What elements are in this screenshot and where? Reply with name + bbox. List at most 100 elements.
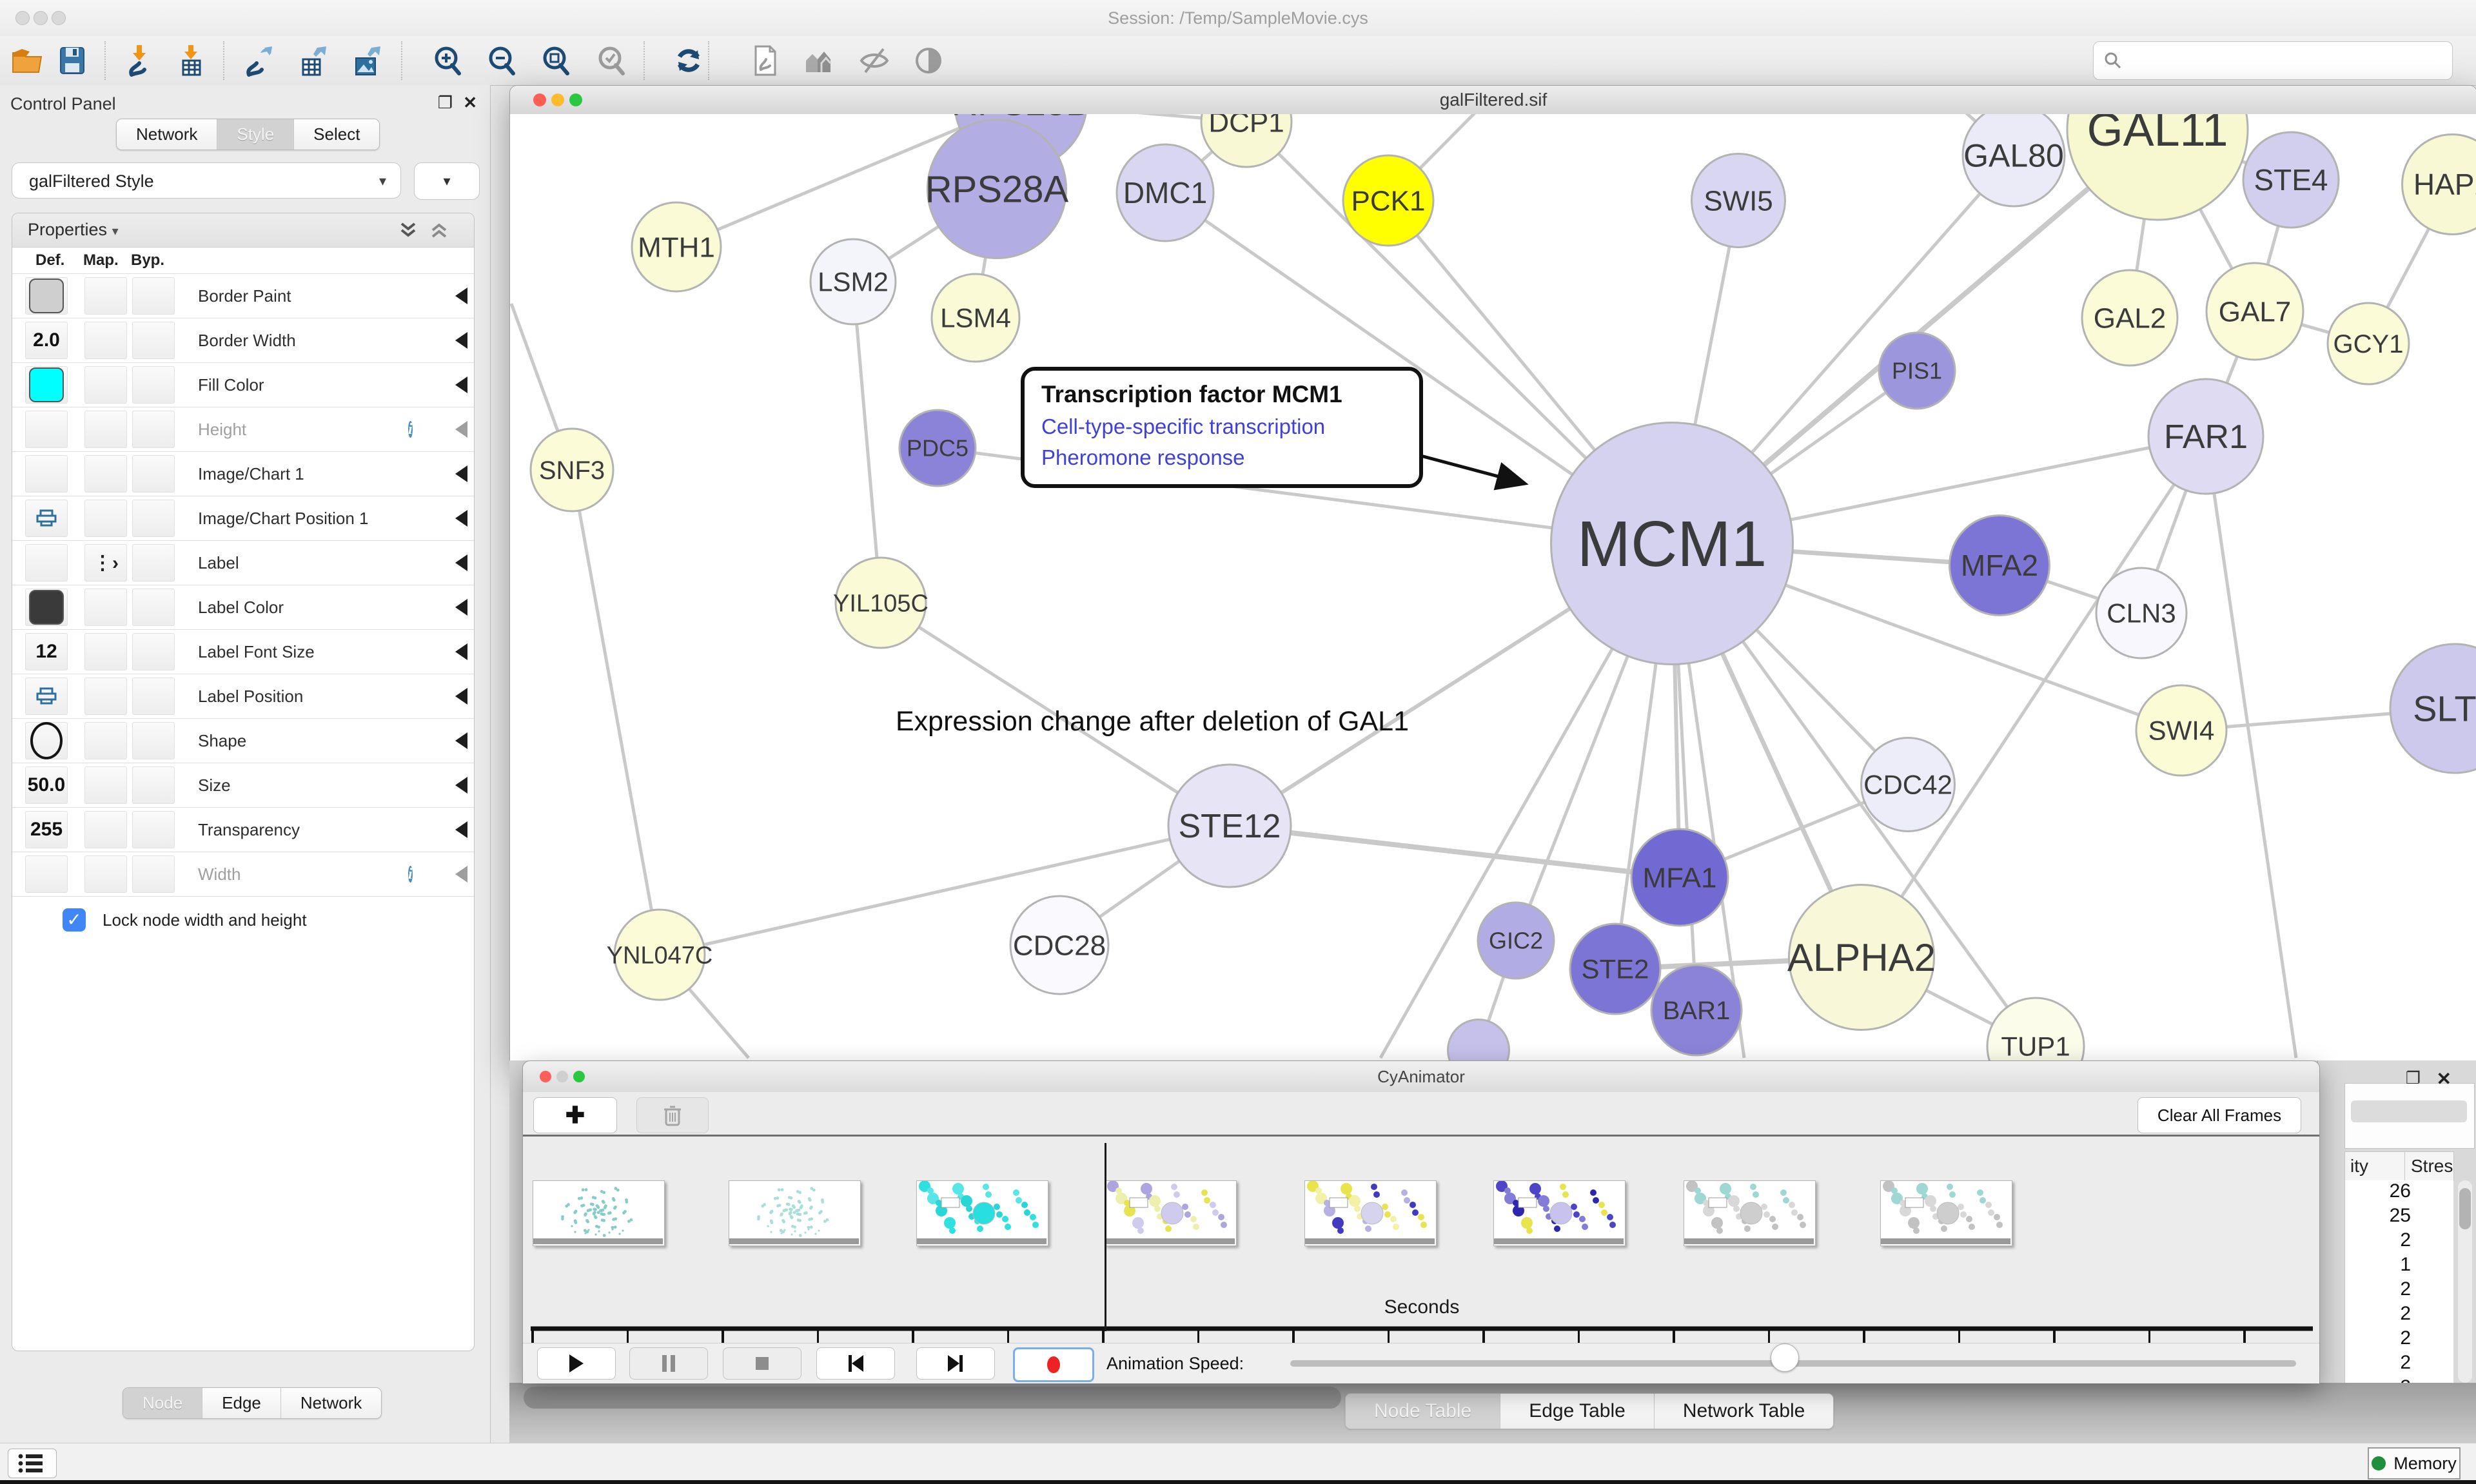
default-value-cell[interactable] bbox=[25, 411, 68, 448]
animation-speed-handle[interactable] bbox=[1771, 1343, 1799, 1372]
tab-style[interactable]: Style bbox=[217, 119, 294, 150]
app-close-icon[interactable] bbox=[15, 11, 30, 25]
bypass-cell[interactable] bbox=[132, 678, 175, 715]
zoom-in-icon[interactable] bbox=[431, 44, 464, 77]
zoom-out-icon[interactable] bbox=[485, 44, 518, 77]
export-image-icon[interactable] bbox=[349, 44, 383, 77]
property-row-border-paint[interactable]: Border Paint bbox=[12, 273, 474, 318]
expand-property-icon[interactable] bbox=[455, 643, 467, 660]
property-row-fill-color[interactable]: Fill Color bbox=[12, 362, 474, 407]
bypass-cell[interactable] bbox=[132, 500, 175, 537]
panel-list-button[interactable] bbox=[8, 1449, 57, 1478]
import-network-icon[interactable] bbox=[123, 44, 156, 77]
refresh-layout-icon[interactable] bbox=[672, 44, 705, 77]
bypass-cell[interactable] bbox=[132, 455, 175, 493]
default-value-cell[interactable] bbox=[25, 855, 68, 893]
style-select[interactable]: galFiltered Style ▾ bbox=[12, 162, 401, 199]
table-column-header[interactable]: Stres bbox=[2411, 1156, 2453, 1176]
previous-frame-button[interactable] bbox=[816, 1347, 895, 1380]
annotation-link[interactable]: Pheromone response bbox=[1041, 445, 1402, 470]
mapping-cell[interactable] bbox=[84, 811, 127, 848]
search-input[interactable] bbox=[2093, 41, 2453, 80]
float-window-icon[interactable]: ❐ bbox=[438, 94, 453, 111]
timeline-frame-3[interactable] bbox=[1105, 1180, 1237, 1246]
property-row-image-chart-position-1[interactable]: Image/Chart Position 1 bbox=[12, 496, 474, 540]
timeline-frame-6[interactable] bbox=[1684, 1180, 1816, 1246]
cyanimator-titlebar[interactable]: CyAnimator bbox=[523, 1061, 2319, 1093]
table-switch-edge[interactable]: Edge bbox=[202, 1388, 281, 1418]
expand-property-icon[interactable] bbox=[455, 821, 467, 838]
next-frame-button[interactable] bbox=[916, 1347, 995, 1380]
property-row-transparency[interactable]: 255Transparency bbox=[12, 807, 474, 852]
open-session-icon[interactable] bbox=[10, 44, 44, 77]
memory-button[interactable]: Memory bbox=[2368, 1447, 2461, 1479]
annotation-link[interactable]: Cell-type-specific transcription bbox=[1041, 415, 1402, 439]
timeline-frame-1[interactable] bbox=[729, 1180, 861, 1246]
mapping-cell[interactable] bbox=[84, 322, 127, 359]
group-annotations-icon[interactable] bbox=[802, 44, 836, 77]
property-row-image-chart-1[interactable]: Image/Chart 1 bbox=[12, 451, 474, 496]
lock-node-size-checkbox[interactable]: ✓ bbox=[63, 908, 86, 932]
expand-property-icon[interactable] bbox=[455, 732, 467, 749]
property-row-label[interactable]: ⋮›Label bbox=[12, 540, 474, 585]
mapping-cell[interactable] bbox=[84, 366, 127, 404]
property-row-border-width[interactable]: 2.0Border Width bbox=[12, 318, 474, 362]
bypass-cell[interactable] bbox=[132, 766, 175, 804]
pause-button[interactable] bbox=[629, 1347, 708, 1380]
add-frame-button[interactable]: ✚ bbox=[533, 1097, 617, 1133]
info-icon[interactable]: i bbox=[408, 866, 413, 883]
bypass-cell[interactable] bbox=[132, 544, 175, 581]
timeline-frame-5[interactable] bbox=[1493, 1180, 1626, 1246]
network-window-titlebar[interactable]: galFiltered.sif bbox=[510, 86, 2476, 115]
style-options-button[interactable]: ▾ bbox=[414, 162, 480, 200]
property-row-label-color[interactable]: Label Color bbox=[12, 585, 474, 629]
bypass-cell[interactable] bbox=[132, 589, 175, 626]
close-panel-icon[interactable]: ✕ bbox=[463, 94, 477, 111]
mapping-cell[interactable] bbox=[84, 455, 127, 493]
expand-property-icon[interactable] bbox=[455, 777, 467, 794]
minimize-window-icon[interactable] bbox=[556, 1071, 568, 1082]
default-value-cell[interactable] bbox=[25, 544, 68, 581]
expand-property-icon[interactable] bbox=[455, 376, 467, 393]
table-toolbar-button[interactable] bbox=[2351, 1100, 2467, 1122]
expand-property-icon[interactable] bbox=[455, 288, 467, 304]
default-value-cell[interactable] bbox=[25, 455, 68, 493]
float-window-icon[interactable]: ❐ bbox=[2406, 1068, 2421, 1088]
bypass-cell[interactable] bbox=[132, 322, 175, 359]
app-zoom-icon[interactable] bbox=[52, 11, 66, 25]
tab-select[interactable]: Select bbox=[294, 119, 379, 150]
mapping-cell[interactable] bbox=[84, 589, 127, 626]
zoom-window-icon[interactable] bbox=[573, 1071, 585, 1082]
property-row-size[interactable]: 50.0Size bbox=[12, 763, 474, 807]
zoom-fit-icon[interactable] bbox=[539, 44, 573, 77]
default-value-cell[interactable] bbox=[25, 678, 68, 715]
minimize-window-icon[interactable] bbox=[551, 93, 564, 106]
save-session-icon[interactable] bbox=[55, 44, 89, 77]
node-nodeb[interactable] bbox=[1448, 1020, 1509, 1061]
play-button[interactable] bbox=[537, 1347, 616, 1380]
hide-details-icon[interactable] bbox=[858, 44, 891, 77]
import-table-icon[interactable] bbox=[174, 44, 208, 77]
table-switch-network[interactable]: Network bbox=[281, 1388, 381, 1418]
timeline-frame-7[interactable] bbox=[1880, 1180, 2012, 1246]
property-row-label-font-size[interactable]: 12Label Font Size bbox=[12, 629, 474, 674]
default-value-cell[interactable] bbox=[25, 366, 68, 404]
info-icon[interactable]: i bbox=[408, 421, 413, 438]
default-value-cell[interactable] bbox=[25, 500, 68, 537]
bypass-cell[interactable] bbox=[132, 411, 175, 448]
network-canvas[interactable]: RPS28BRPS28ADCP1DMC1PCK1MTH1LSM2LSM4SNF3… bbox=[510, 114, 2476, 1060]
table-column-header[interactable]: ity bbox=[2350, 1156, 2368, 1176]
expand-all-icon[interactable] bbox=[397, 220, 420, 242]
mapping-cell[interactable] bbox=[84, 722, 127, 759]
expand-property-icon[interactable] bbox=[455, 332, 467, 349]
clear-all-frames-button[interactable]: Clear All Frames bbox=[2137, 1097, 2301, 1133]
zoom-window-icon[interactable] bbox=[569, 93, 582, 106]
default-value-cell[interactable]: 50.0 bbox=[25, 766, 68, 804]
expand-property-icon[interactable] bbox=[455, 866, 467, 883]
close-window-icon[interactable] bbox=[533, 93, 546, 106]
bypass-cell[interactable] bbox=[132, 366, 175, 404]
expand-property-icon[interactable] bbox=[455, 510, 467, 527]
network-file-icon[interactable] bbox=[748, 44, 781, 77]
mapping-cell[interactable] bbox=[84, 855, 127, 893]
expand-property-icon[interactable] bbox=[455, 688, 467, 705]
